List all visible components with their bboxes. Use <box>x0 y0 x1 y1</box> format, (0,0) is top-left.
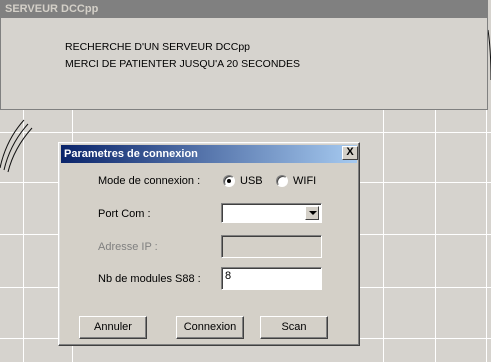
s88-modules-value: 8 <box>225 270 232 282</box>
server-status-line-2: MERCI DE PATIENTER JUSQU'A 20 SECONDES <box>65 58 300 70</box>
port-com-select[interactable] <box>221 203 322 223</box>
s88-modules-label: Nb de modules S88 : <box>98 273 201 285</box>
ip-address-label: Adresse IP : <box>98 241 158 253</box>
scan-button[interactable]: Scan <box>260 316 328 339</box>
server-window-title: SERVEUR DCCpp <box>1 1 487 18</box>
dialog-title: Parametres de connexion <box>64 148 198 160</box>
server-window: SERVEUR DCCpp RECHERCHE D'UN SERVEUR DCC… <box>0 0 488 110</box>
cancel-button[interactable]: Annuler <box>79 316 147 339</box>
mode-label: Mode de connexion : <box>98 175 201 187</box>
connection-dialog: Parametres de connexion X Mode de connex… <box>58 142 360 346</box>
chevron-down-icon[interactable] <box>305 206 319 220</box>
port-com-label: Port Com : <box>98 208 151 220</box>
close-button[interactable]: X <box>342 146 358 160</box>
ip-address-field[interactable] <box>221 235 322 258</box>
close-icon: X <box>346 146 354 158</box>
usb-radio-label[interactable]: USB <box>240 175 263 187</box>
wifi-radio-label[interactable]: WIFI <box>293 175 316 187</box>
usb-radio[interactable] <box>223 175 235 187</box>
s88-modules-input[interactable]: 8 <box>221 267 322 290</box>
wifi-radio[interactable] <box>276 175 288 187</box>
dialog-titlebar: Parametres de connexion <box>61 145 357 163</box>
connect-button[interactable]: Connexion <box>176 316 244 339</box>
server-status-line-1: RECHERCHE D'UN SERVEUR DCCpp <box>65 41 251 53</box>
